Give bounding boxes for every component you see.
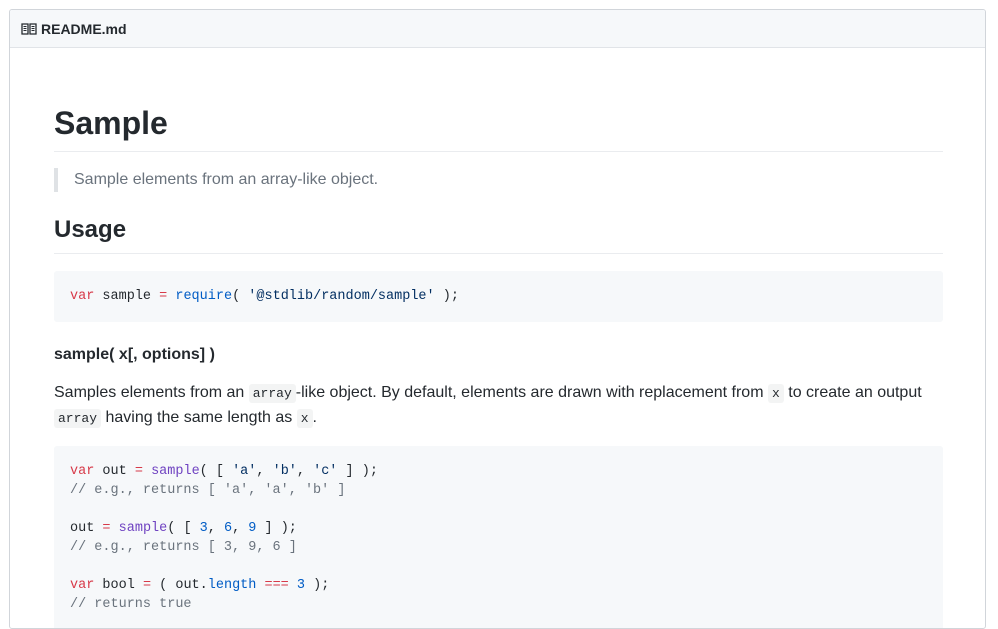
inline-code-x: x	[296, 409, 313, 428]
usage-divider	[54, 253, 943, 254]
description-quote: Sample elements from an array-like objec…	[54, 168, 378, 192]
readme-filename[interactable]: README.md	[41, 21, 127, 37]
readme-header: README.md	[10, 10, 985, 48]
title-divider	[54, 151, 943, 152]
inline-code-x: x	[767, 384, 784, 403]
function-signature: sample( x[, options] )	[54, 346, 215, 363]
example-code-block[interactable]: var out = sample( [ 'a', 'b', 'c' ] ); /…	[54, 446, 943, 628]
inline-code-array: array	[54, 409, 102, 428]
usage-heading: Usage	[54, 216, 127, 243]
function-description: Samples elements from an array -like obje…	[54, 384, 922, 428]
inline-code-array: array	[248, 384, 296, 403]
page-title: Sample	[54, 105, 168, 141]
require-code-block[interactable]: var sample = require( '@stdlib/random/sa…	[54, 271, 943, 322]
book-icon	[21, 21, 37, 37]
readme-container: README.md Sample Sample elements from an…	[9, 9, 986, 629]
